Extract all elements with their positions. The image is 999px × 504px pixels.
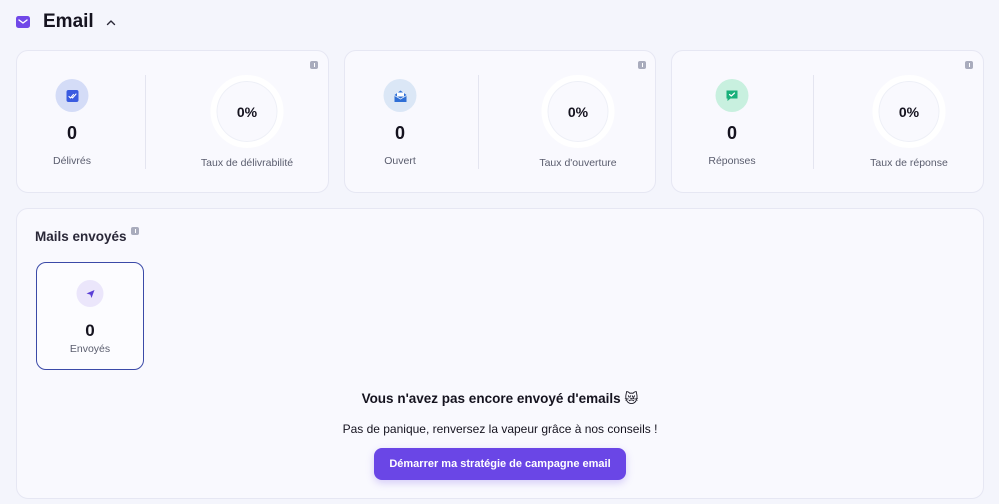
delivered-stat: 0 Délivrés [17,51,127,192]
opened-count: 0 [394,123,405,143]
opened-card: 0 Ouvert 0% Taux d'ouverture [344,50,656,193]
deliverability-rate: 0% Taux de délivrabilité [167,51,327,192]
opened-stat: 0 Ouvert [345,51,455,192]
opened-label: Ouvert [384,155,416,167]
open-rate: 0% Taux d'ouverture [498,51,658,192]
open-envelope-icon [383,79,417,112]
reply-chat-icon [715,79,749,112]
paper-plane-icon [76,280,104,307]
rate-ring: 0% [541,75,615,148]
page-title: Email [43,11,94,32]
divider [478,75,479,169]
empty-state-title: Vous n'avez pas encore envoyé d'emails 😿 [361,391,639,406]
replies-count: 0 [726,123,737,143]
mail-icon [16,16,30,28]
rate-label: Taux de réponse [870,157,948,169]
empty-state-subtitle: Pas de panique, renversez la vapeur grâc… [342,422,658,436]
check-double-icon [55,79,89,112]
delivered-count: 0 [66,123,77,143]
rate-value: 0% [236,103,258,120]
info-icon[interactable] [131,227,139,235]
replies-stat: 0 Réponses [677,51,787,192]
rate-label: Taux d'ouverture [539,157,617,169]
start-campaign-button[interactable]: Démarrer ma stratégie de campagne email [374,448,626,480]
replies-label: Réponses [708,155,756,167]
delivered-card: 0 Délivrés 0% Taux de délivrabilité [16,50,329,193]
replies-card: 0 Réponses 0% Taux de réponse [671,50,984,193]
delivered-label: Délivrés [53,155,91,167]
sent-mails-panel: Mails envoyés 0 Envoyés Vous n'avez pas … [16,208,984,499]
rate-ring: 0% [872,75,946,148]
sent-mails-title: Mails envoyés [35,229,127,244]
section-header: Email [16,10,116,34]
rate-label: Taux de délivrabilité [200,157,294,169]
reply-rate: 0% Taux de réponse [829,51,989,192]
divider [145,75,146,169]
divider [813,75,814,169]
sent-count: 0 [85,321,95,340]
sent-label: Envoyés [69,343,111,355]
rate-ring: 0% [210,75,284,148]
chevron-up-icon[interactable] [106,19,116,26]
sent-tile[interactable]: 0 Envoyés [36,262,144,370]
rate-value: 0% [567,103,589,120]
rate-value: 0% [898,103,920,120]
